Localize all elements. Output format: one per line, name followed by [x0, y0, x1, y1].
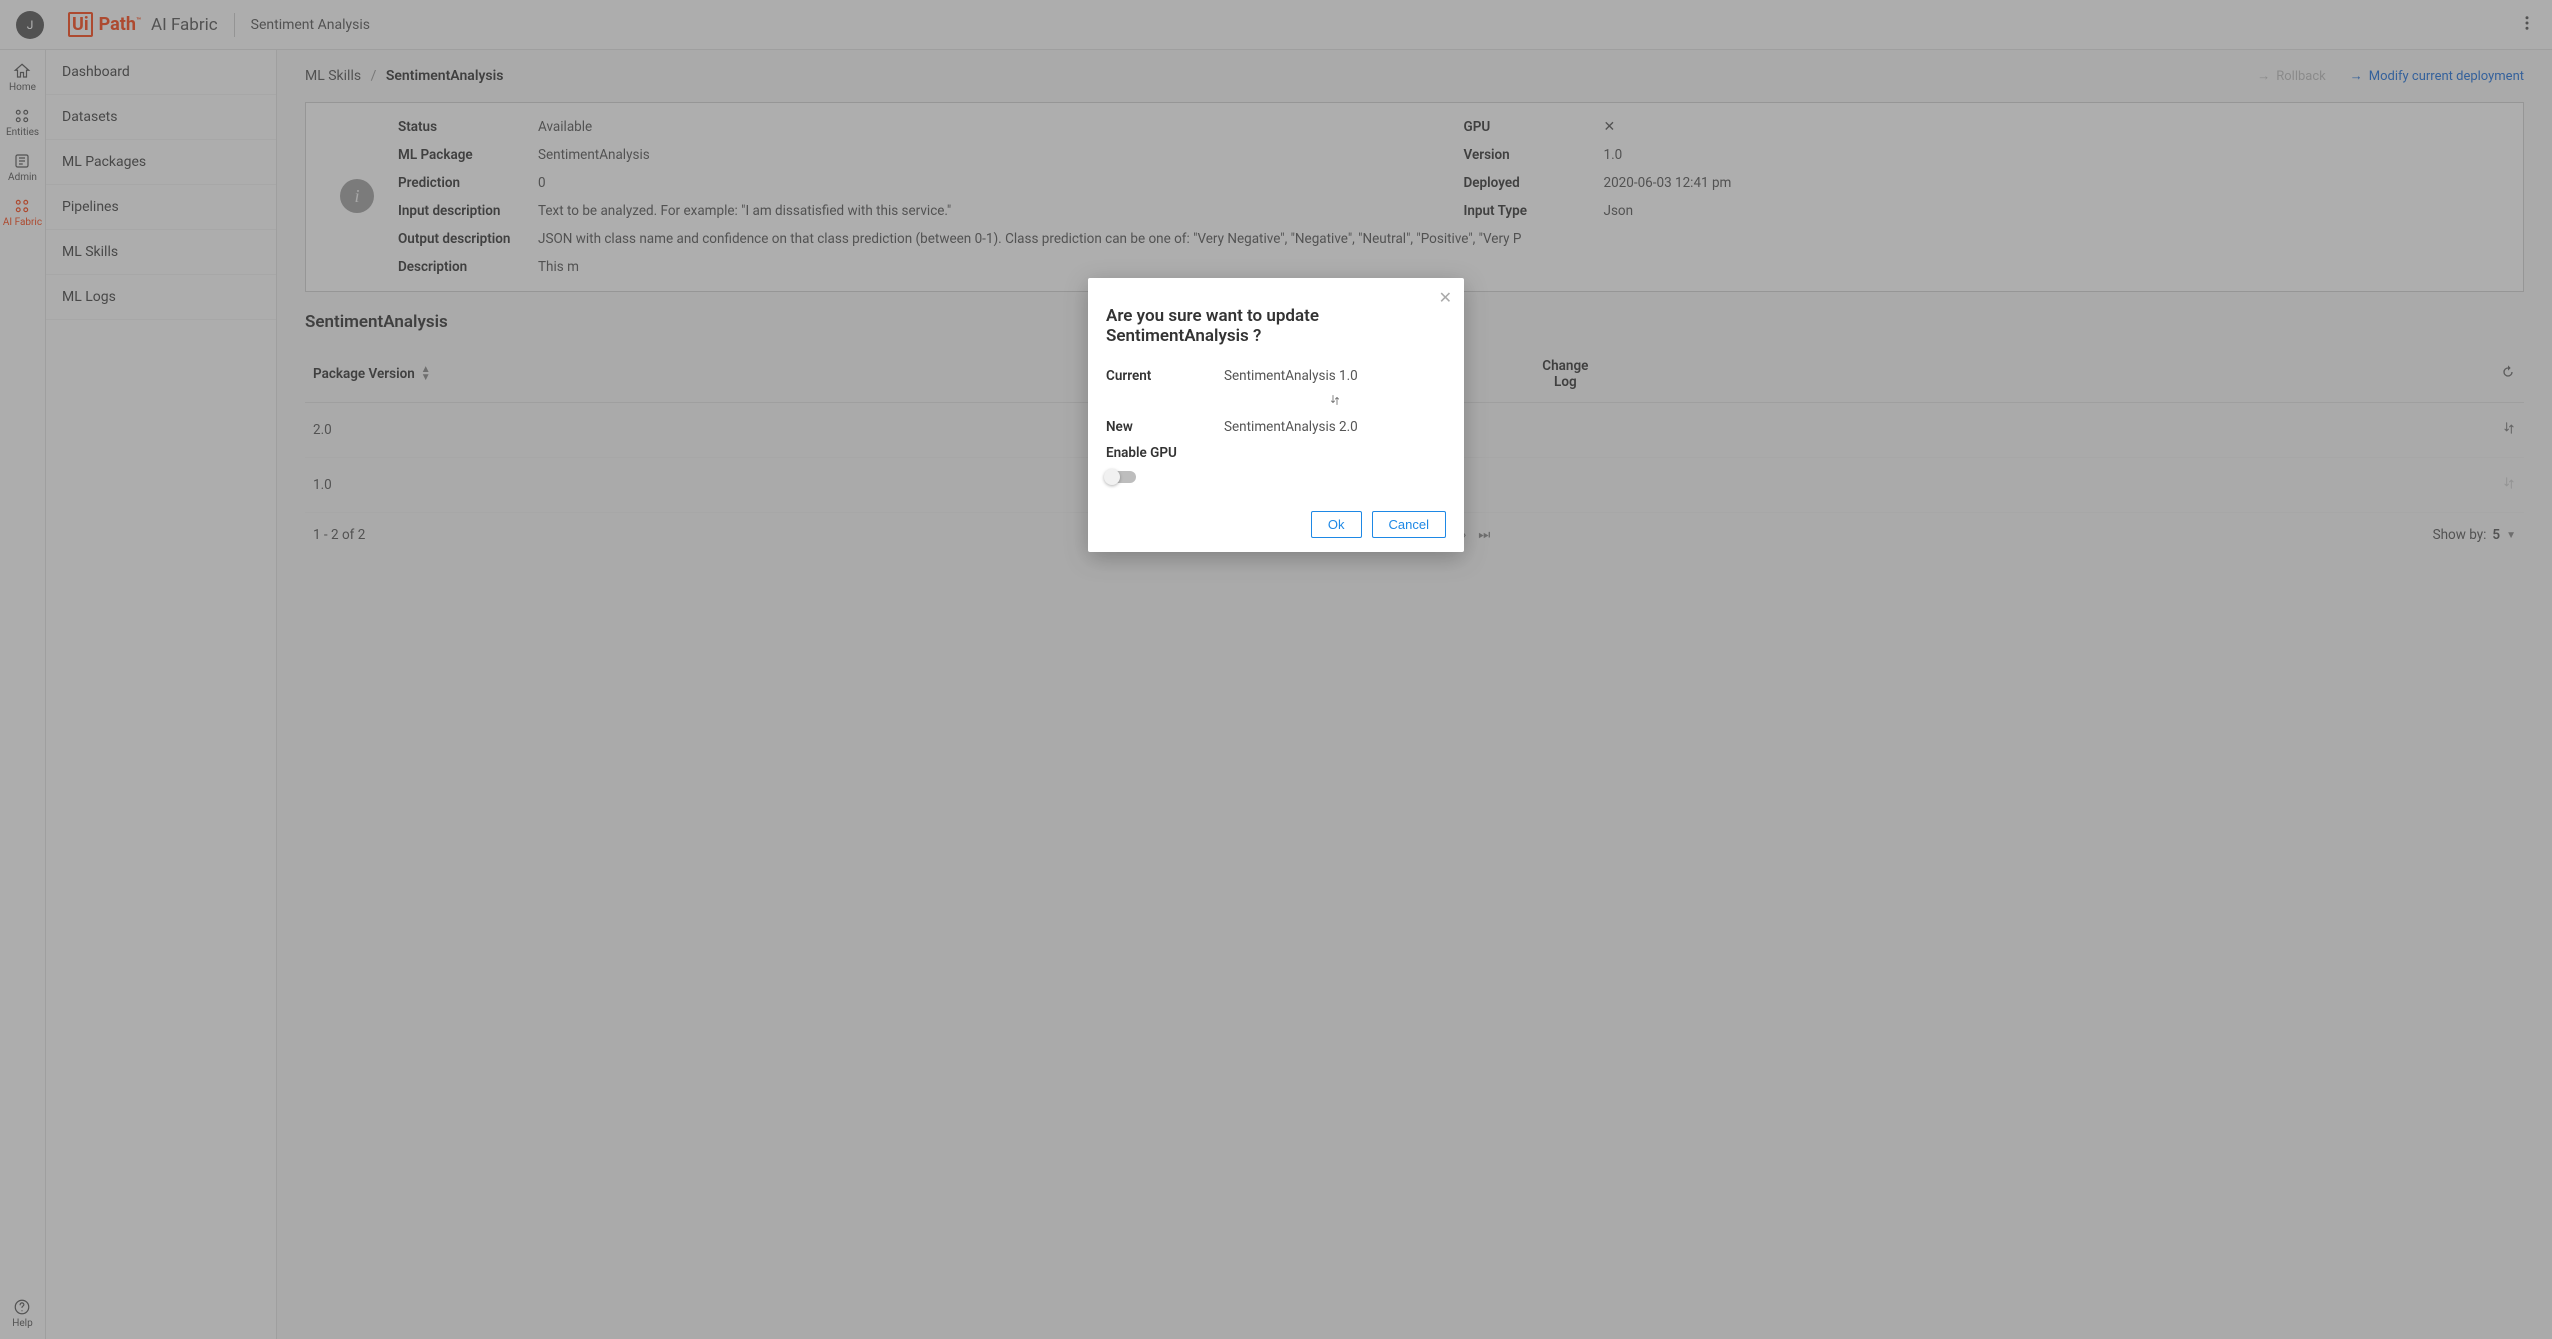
modal-current-label: Current — [1106, 368, 1224, 384]
confirm-update-dialog: ✕ Are you sure want to update SentimentA… — [1088, 278, 1464, 552]
ok-button[interactable]: Ok — [1311, 511, 1362, 538]
modal-new-label: New — [1106, 419, 1224, 435]
modal-gpu-label: Enable GPU — [1106, 445, 1177, 461]
cancel-button[interactable]: Cancel — [1372, 511, 1446, 538]
modal-new-value: SentimentAnalysis 2.0 — [1224, 419, 1358, 435]
swap-arrows-icon — [1224, 394, 1446, 409]
modal-title: Are you sure want to update SentimentAna… — [1106, 306, 1446, 346]
enable-gpu-toggle[interactable] — [1106, 471, 1446, 487]
modal-overlay[interactable]: ✕ Are you sure want to update SentimentA… — [0, 0, 2552, 1339]
modal-current-value: SentimentAnalysis 1.0 — [1224, 368, 1358, 384]
close-icon[interactable]: ✕ — [1439, 288, 1452, 307]
